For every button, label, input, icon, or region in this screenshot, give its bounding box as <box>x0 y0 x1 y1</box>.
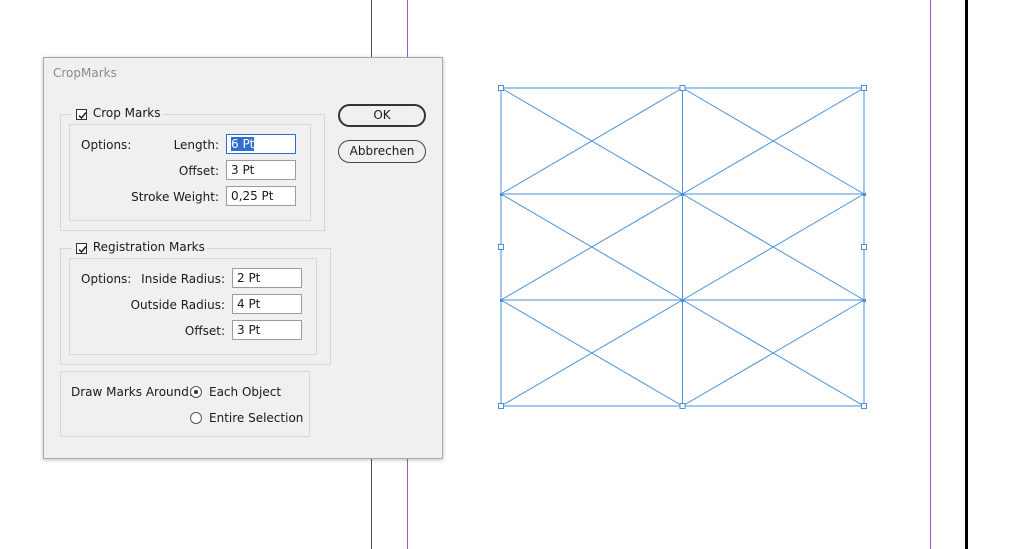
stroke-weight-label: Stroke Weight: <box>131 190 219 204</box>
each-object-label[interactable]: Each Object <box>209 385 281 399</box>
handle-top-center <box>679 85 686 91</box>
crop-marks-checkbox[interactable] <box>76 109 87 120</box>
inside-radius-field[interactable]: 2 Pt <box>232 268 302 288</box>
crop-marks-legend: Crop Marks <box>72 105 163 121</box>
handle-bottom-left <box>498 403 504 409</box>
crop-marks-label: Crop Marks <box>92 105 161 120</box>
handle-top-left <box>498 85 504 91</box>
registration-marks-checkbox[interactable] <box>76 243 87 254</box>
artwork-lines <box>500 87 865 407</box>
crop-offset-field[interactable]: 3 Pt <box>226 160 296 180</box>
cancel-button[interactable]: Abbrechen <box>338 140 426 163</box>
crop-offset-label: Offset: <box>178 164 219 178</box>
registration-marks-legend: Registration Marks <box>72 239 207 255</box>
registration-marks-label: Registration Marks <box>92 239 205 254</box>
selected-artwork[interactable] <box>497 85 867 410</box>
ok-button[interactable]: OK <box>338 104 426 127</box>
handle-middle-right <box>861 244 867 250</box>
length-label: Length: <box>173 138 219 152</box>
length-field[interactable]: 6 Pt <box>226 134 296 154</box>
checkmark-icon <box>78 246 87 254</box>
handle-bottom-center <box>679 403 686 409</box>
stroke-weight-field[interactable]: 0,25 Pt <box>226 186 296 206</box>
draw-marks-label: Draw Marks Around: <box>71 385 193 399</box>
inside-radius-label: Inside Radius: <box>141 272 225 286</box>
page-edge <box>965 0 968 549</box>
outside-radius-field[interactable]: 4 Pt <box>232 294 302 314</box>
margin-guide-right <box>930 0 931 549</box>
dialog-title: CropMarks <box>53 66 117 80</box>
handle-top-right <box>861 85 867 91</box>
checkmark-icon <box>78 112 87 120</box>
registration-offset-label: Offset: <box>184 324 225 338</box>
entire-selection-label[interactable]: Entire Selection <box>209 411 303 425</box>
handle-middle-left <box>498 244 504 250</box>
each-object-radio[interactable] <box>190 386 202 398</box>
entire-selection-radio[interactable] <box>190 412 202 424</box>
handle-bottom-right <box>861 403 867 409</box>
radio-selected-dot <box>194 390 198 394</box>
registration-offset-field[interactable]: 3 Pt <box>232 320 302 340</box>
crop-options-label: Options: <box>81 138 132 152</box>
cropmarks-dialog: CropMarks Crop Marks Options: Length: 6 … <box>43 57 443 459</box>
outside-radius-label: Outside Radius: <box>130 298 225 312</box>
draw-marks-group <box>60 371 310 437</box>
